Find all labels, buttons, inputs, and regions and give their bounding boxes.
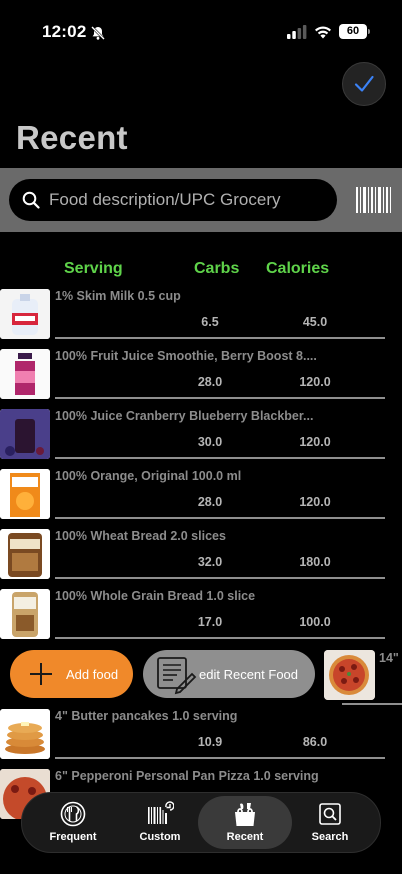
edit-recent-food-button[interactable]: edit Recent Food — [143, 650, 315, 698]
cellular-signal-icon — [287, 25, 307, 39]
tab-label: Frequent — [49, 831, 97, 843]
edit-recent-food-label: edit Recent Food — [199, 666, 299, 682]
column-header-carbs: Carbs — [194, 260, 240, 277]
row-divider — [55, 757, 385, 759]
status-time: 12:02 — [42, 22, 87, 41]
add-food-label: Add food — [66, 666, 119, 682]
food-thumbnail — [0, 709, 50, 759]
food-calories: 120.0 — [299, 495, 331, 509]
done-button[interactable] — [342, 62, 386, 106]
tab-frequent[interactable]: Frequent — [27, 793, 119, 852]
food-row[interactable]: 1% Skim Milk 0.5 cup 6.5 45.0 — [0, 289, 402, 349]
food-carbs: 10.9 — [197, 735, 223, 749]
battery-cap — [368, 29, 370, 34]
tab-custom[interactable]: Custom — [114, 793, 206, 852]
food-calories: 45.0 — [302, 315, 328, 329]
food-thumbnail — [0, 349, 50, 399]
food-calories: 120.0 — [299, 375, 331, 389]
food-calories: 86.0 — [302, 735, 328, 749]
food-row[interactable]: 100% Whole Grain Bread 1.0 slice 17.0 10… — [0, 589, 402, 649]
search-bar[interactable] — [9, 179, 337, 221]
food-name: 6" Pepperoni Personal Pan Pizza 1.0 serv… — [55, 769, 319, 783]
food-carbs: 28.0 — [197, 375, 223, 389]
food-carbs: 32.0 — [197, 555, 223, 569]
food-carbs: 30.0 — [197, 435, 223, 449]
tab-label: Recent — [226, 831, 264, 843]
food-name: 4" Butter pancakes 1.0 serving — [55, 709, 238, 723]
magnifier-box-icon — [319, 803, 341, 825]
food-thumbnail — [0, 469, 50, 519]
food-row[interactable]: 4" Butter pancakes 1.0 serving 10.9 86.0 — [0, 709, 402, 769]
plus-icon — [30, 663, 52, 685]
status-bar: 12:02 60 — [0, 0, 402, 54]
food-thumbnail — [324, 650, 375, 700]
tab-label: Custom — [139, 831, 181, 843]
row-divider — [55, 397, 385, 399]
barcode-scan-icon[interactable] — [355, 186, 392, 214]
food-row[interactable]: 100% Juice Cranberry Blueberry Blackber.… — [0, 409, 402, 469]
food-row[interactable]: 100% Orange, Original 100.0 ml 28.0 120.… — [0, 469, 402, 529]
tab-recent[interactable]: Recent — [199, 793, 291, 852]
food-name: 14" — [379, 651, 399, 665]
tab-label: Search — [311, 831, 349, 843]
food-name: 100% Fruit Juice Smoothie, Berry Boost 8… — [55, 349, 317, 363]
column-header-serving: Serving — [64, 260, 123, 277]
add-food-button[interactable]: Add food — [10, 650, 133, 698]
food-calories: 100.0 — [299, 615, 331, 629]
bell-slash-icon — [91, 26, 105, 40]
food-carbs: 6.5 — [201, 315, 219, 329]
food-name: 1% Skim Milk 0.5 cup — [55, 289, 181, 303]
food-carbs: 17.0 — [197, 615, 223, 629]
row-divider — [55, 577, 385, 579]
row-divider — [55, 457, 385, 459]
row-divider — [55, 637, 385, 639]
food-name: 100% Juice Cranberry Blueberry Blackber.… — [55, 409, 314, 423]
row-divider — [55, 517, 385, 519]
food-thumbnail — [0, 289, 50, 339]
grocery-bag-icon — [235, 803, 255, 826]
row-divider — [342, 703, 402, 705]
checkmark-icon — [354, 75, 374, 92]
battery-indicator: 60 — [339, 24, 367, 39]
search-input[interactable] — [49, 190, 329, 210]
food-calories: 180.0 — [299, 555, 331, 569]
food-thumbnail — [0, 529, 50, 579]
column-header-calories: Calories — [266, 260, 330, 277]
food-name: 100% Orange, Original 100.0 ml — [55, 469, 242, 483]
food-row[interactable]: 100% Fruit Juice Smoothie, Berry Boost 8… — [0, 349, 402, 409]
food-row[interactable]: 100% Wheat Bread 2.0 slices 32.0 180.0 — [0, 529, 402, 589]
tab-bar: Frequent Custom Recent Search — [21, 792, 381, 853]
row-divider — [55, 337, 385, 339]
food-calories: 120.0 — [299, 435, 331, 449]
search-icon — [22, 191, 40, 209]
plate-utensils-icon — [60, 801, 86, 827]
food-thumbnail — [0, 409, 50, 459]
food-name: 100% Whole Grain Bread 1.0 slice — [55, 589, 256, 603]
wifi-icon — [315, 26, 331, 39]
edit-list-icon — [157, 657, 197, 695]
food-name: 100% Wheat Bread 2.0 slices — [55, 529, 226, 543]
tab-search[interactable]: Search — [284, 793, 376, 852]
food-carbs: 28.0 — [197, 495, 223, 509]
barcode-refresh-icon — [148, 801, 174, 824]
food-thumbnail — [0, 589, 50, 639]
page-title: Recent — [16, 119, 128, 156]
